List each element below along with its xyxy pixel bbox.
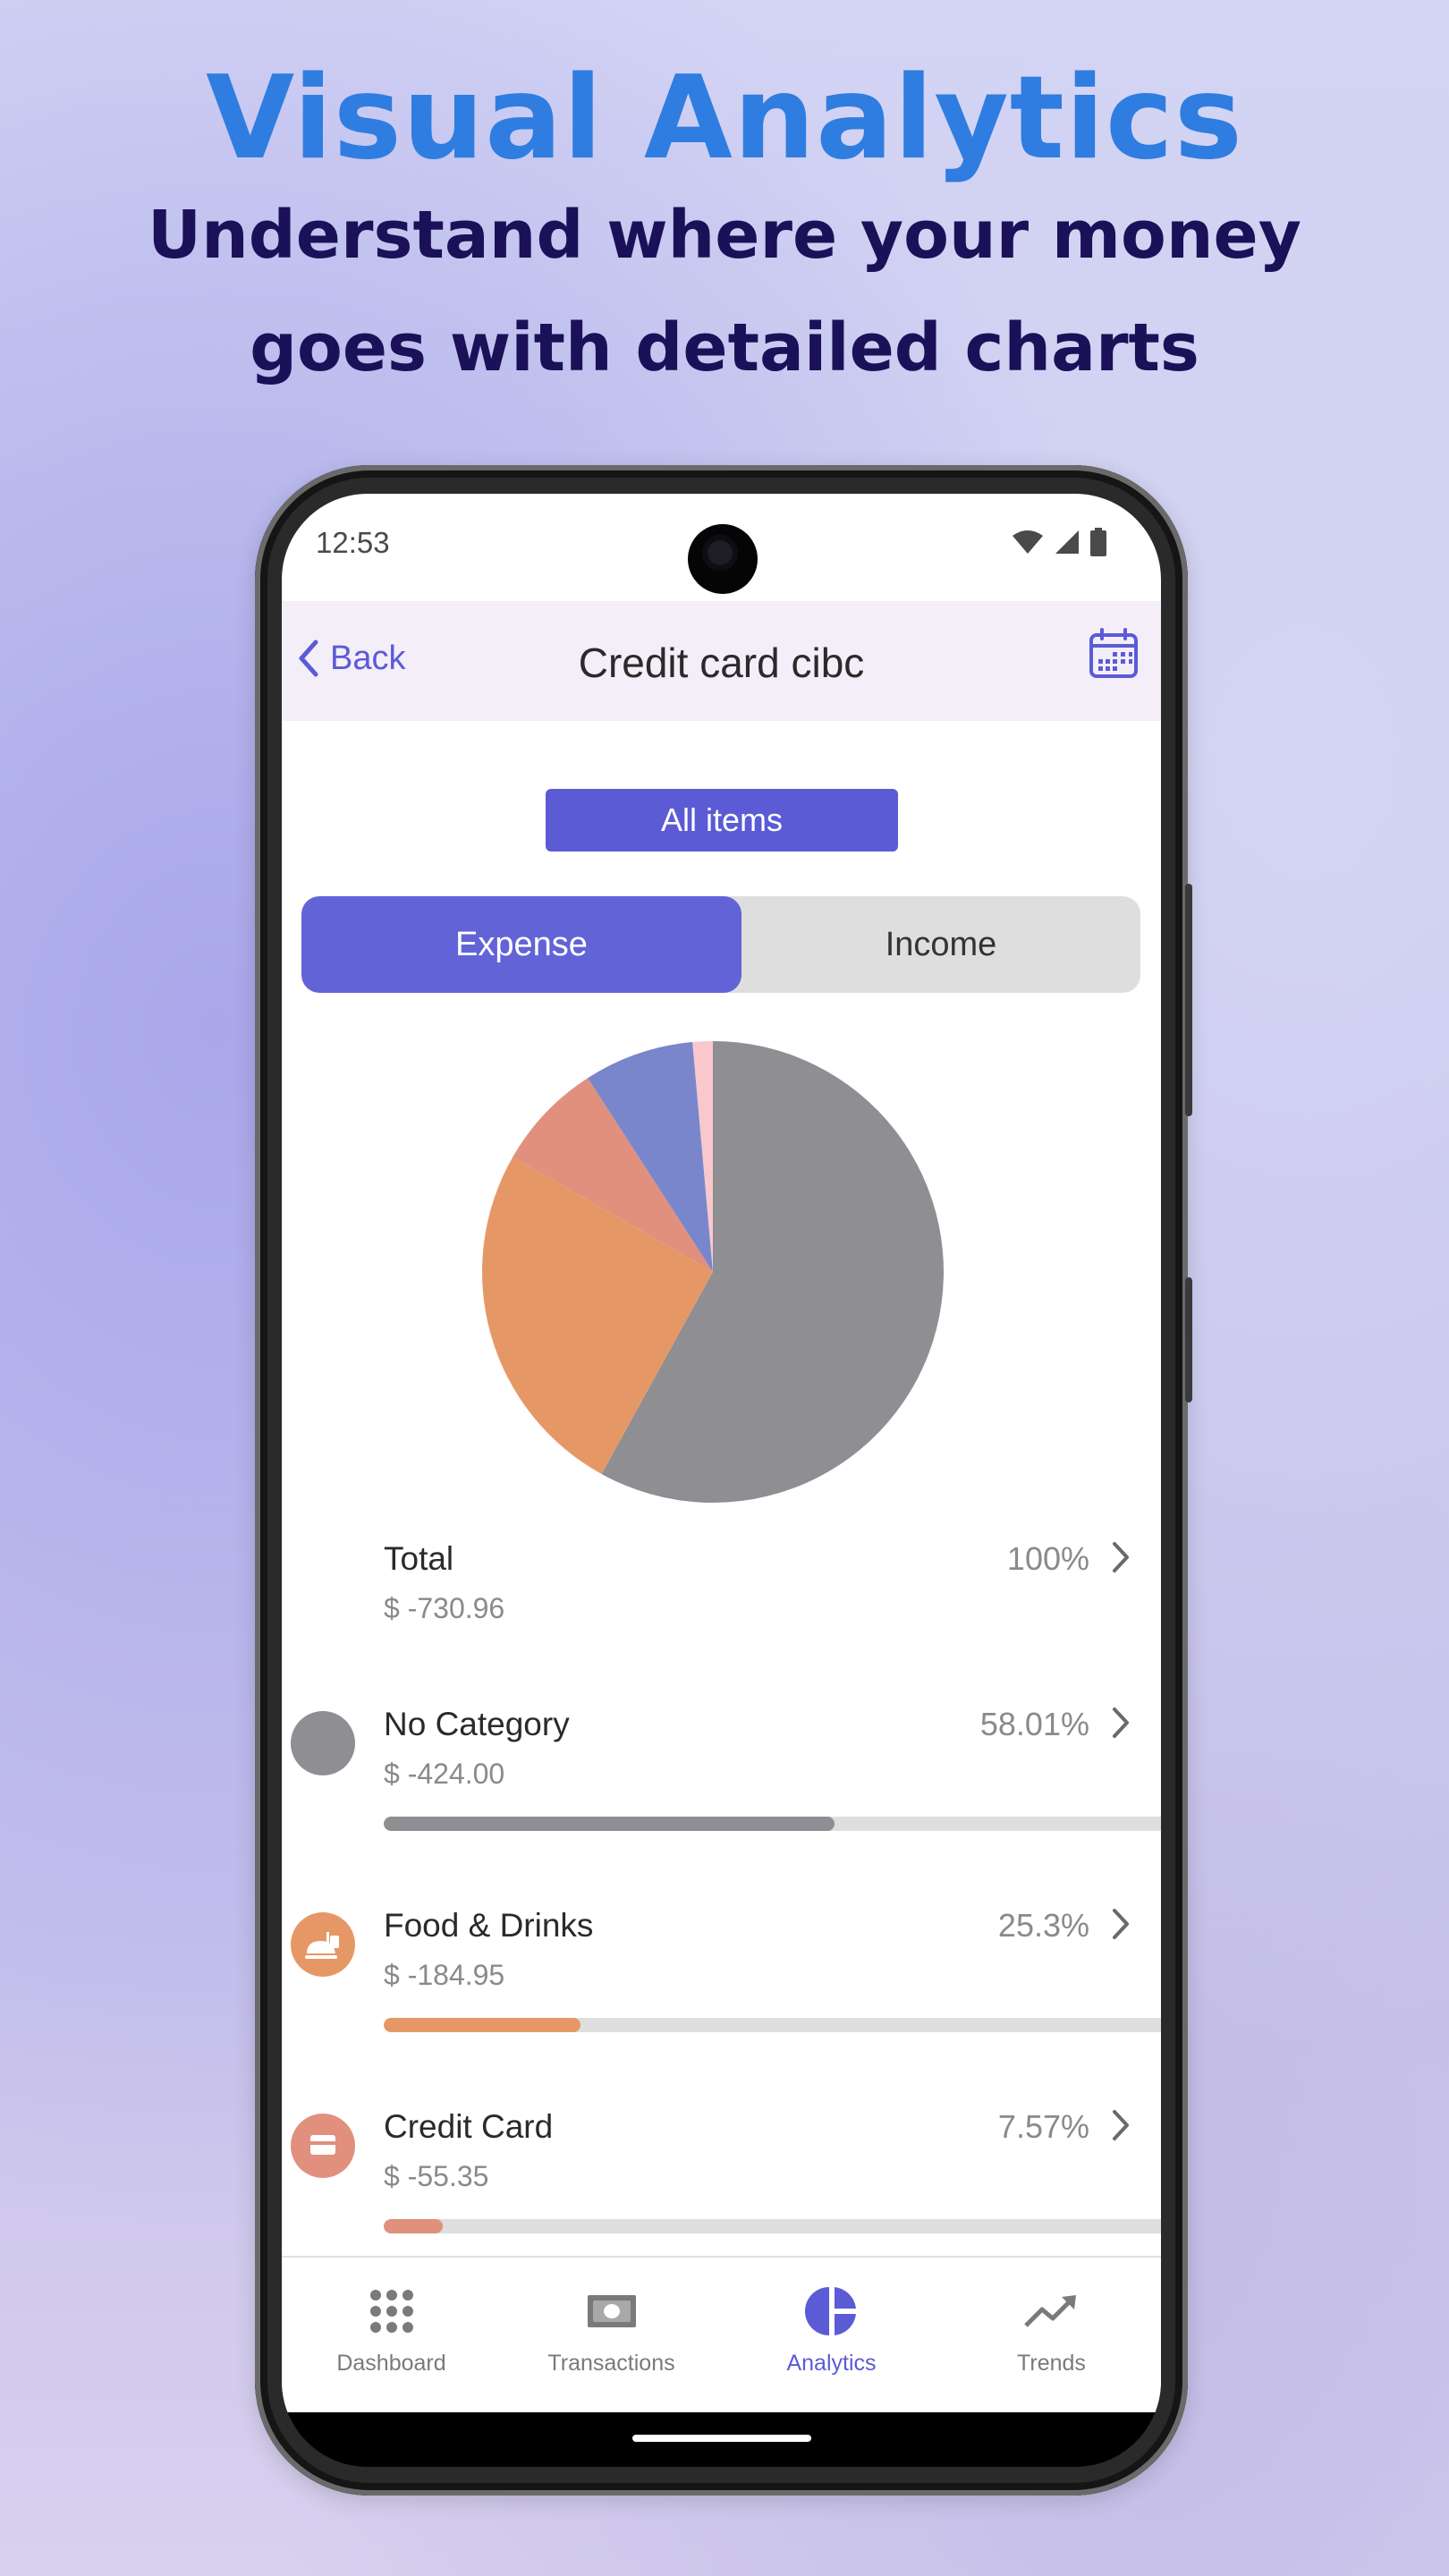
category-percent: 7.57% [997,2108,1089,2145]
category-name: No Category [384,1706,570,1742]
nav-transactions[interactable]: Transactions [502,2258,721,2412]
banknote-icon [502,2283,721,2340]
calendar-icon [1089,628,1138,678]
page-title: Credit card cibc [578,640,865,686]
status-time: 12:53 [316,526,390,559]
calendar-button[interactable] [1088,628,1140,684]
chevron-right-icon [1113,1909,1129,1939]
total-label: Total [384,1540,454,1577]
front-camera [688,524,758,594]
chevron-right-icon [1113,1542,1129,1572]
credit-card-icon [291,2114,355,2178]
pie-chart [482,1041,944,1503]
nav-label: Transactions [547,2351,675,2376]
promo-headline: Visual Analytics [206,52,1243,185]
category-name: Credit Card [384,2108,554,2145]
category-progress-fill [384,2018,580,2032]
category-name: Food & Drinks [384,1907,594,1944]
pie-chart-icon [722,2283,941,2340]
total-percent: 100% [1006,1540,1089,1577]
phone-frame: 12:53 Back Credit card cibc All items Ex… [255,465,1192,2496]
category-percent: 58.01% [979,1706,1089,1742]
nav-dashboard[interactable]: Dashboard [282,2258,501,2412]
app-window: 12:53 Back Credit card cibc All items Ex… [282,494,1161,2412]
category-amount: $ -55.35 [384,2160,489,2192]
nav-label: Dashboard [336,2351,446,2376]
status-icons [1011,528,1107,556]
category-progress-bar [384,2018,1161,2032]
wifi-icon [1013,530,1043,554]
grid-dots-icon [282,2283,501,2340]
chevron-right-icon [1113,2110,1129,2140]
chevron-right-icon [1113,1707,1129,1738]
nav-label: Analytics [786,2351,877,2376]
filter-all-items-button[interactable]: All items [546,789,898,852]
category-progress-fill [384,2219,443,2233]
phone-power-button [1185,884,1192,1116]
nav-label: Trends [1017,2351,1086,2376]
category-progress-fill [384,1817,835,1831]
nav-analytics[interactable]: Analytics [722,2258,941,2412]
category-percent: 25.3% [997,1907,1089,1944]
trend-up-icon [942,2283,1161,2340]
home-indicator[interactable] [632,2435,811,2442]
promo-subheadline: Understand where your money goes with de… [148,197,1301,386]
phone-volume-button [1185,1277,1192,1402]
category-amount: $ -184.95 [384,1959,505,1991]
category-amount: $ -424.00 [384,1758,505,1790]
bottom-navigation: Dashboard Transactions Analytics Trends [282,2256,1161,2412]
tab-income[interactable]: Income [741,896,1140,993]
type-segmented-control: Expense Income [301,896,1140,993]
food-drinks-icon [291,1912,355,1977]
status-bar: 12:53 [282,494,1161,601]
blank-circle-icon [291,1711,355,1775]
battery-icon [1090,528,1106,556]
category-progress-bar [384,1817,1161,1831]
tab-expense[interactable]: Expense [301,896,741,993]
phone-screen: 12:53 Back Credit card cibc All items Ex… [282,494,1161,2467]
app-header: Back Credit card cibc [282,601,1161,721]
total-amount: $ -730.96 [384,1592,505,1624]
signal-icon [1055,530,1079,554]
nav-trends[interactable]: Trends [942,2258,1161,2412]
category-progress-bar [384,2219,1161,2233]
